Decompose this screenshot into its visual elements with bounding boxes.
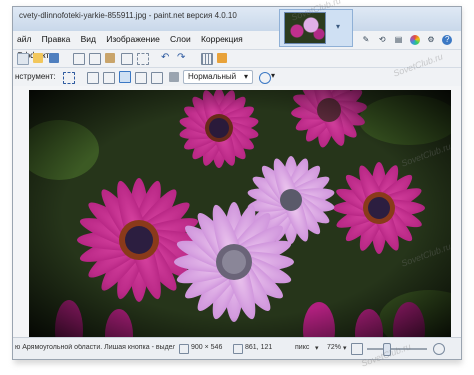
- new-file-icon[interactable]: [17, 53, 29, 65]
- menu-adjustments[interactable]: Коррекция: [197, 31, 247, 47]
- image-size: 900 × 546: [191, 344, 223, 351]
- ruler-icon[interactable]: [217, 53, 227, 63]
- tool-label: нструмент:: [15, 72, 56, 81]
- units-select[interactable]: пикс: [295, 344, 309, 351]
- title-bar: cvety-dlinnofoteki-yarkie-855911.jpg - p…: [13, 7, 461, 31]
- settings-icon[interactable]: ⚙: [426, 35, 436, 45]
- menu-layers[interactable]: Слои: [166, 31, 195, 47]
- rect-select-tool-icon[interactable]: [63, 72, 75, 84]
- status-hint: ю Арямоугольной области. Лишая кнопка - …: [15, 344, 175, 351]
- zoom-chevron-down-icon[interactable]: ▾: [343, 344, 347, 352]
- flower-photo: [29, 90, 451, 337]
- selection-replace-icon[interactable]: [87, 72, 99, 84]
- blend-mode-value: Нормальный: [188, 72, 237, 81]
- deselect-icon[interactable]: [137, 53, 149, 65]
- undo-icon[interactable]: ↶: [161, 53, 171, 63]
- redo-icon[interactable]: ↷: [177, 53, 187, 63]
- image-size-icon: [179, 344, 189, 354]
- cut-icon[interactable]: [73, 53, 85, 65]
- help-icon[interactable]: ?: [442, 35, 453, 45]
- app-window: cvety-dlinnofoteki-yarkie-855911.jpg - p…: [12, 6, 462, 360]
- main-toolbar: ↶ ↷: [13, 49, 461, 66]
- zoom-fit-icon[interactable]: [351, 343, 363, 355]
- flower-image-svg: [29, 90, 451, 337]
- selection-exclude-icon[interactable]: [119, 71, 131, 83]
- selection-union-icon[interactable]: [103, 72, 115, 84]
- cursor-position-icon: [233, 344, 243, 354]
- grid-icon[interactable]: [201, 53, 213, 65]
- tools-window-icon[interactable]: ✎: [361, 35, 371, 45]
- canvas-area[interactable]: [13, 86, 461, 337]
- menu-bar: айл Правка Вид Изображение Слои Коррекци…: [13, 31, 273, 60]
- antialias-dropdown-icon[interactable]: ▾: [271, 71, 281, 81]
- chevron-down-icon[interactable]: ▾: [336, 22, 340, 31]
- menu-edit[interactable]: Правка: [38, 31, 75, 47]
- open-file-icon[interactable]: [33, 53, 43, 63]
- crop-icon[interactable]: [121, 53, 133, 65]
- antialias-icon[interactable]: [259, 72, 271, 84]
- chevron-down-icon: ▾: [243, 72, 248, 81]
- zoom-value[interactable]: 72%: [327, 344, 341, 351]
- zoom-in-icon[interactable]: [433, 343, 445, 355]
- copy-icon[interactable]: [89, 53, 101, 65]
- menu-image[interactable]: Изображение: [102, 31, 164, 47]
- menu-file[interactable]: айл: [13, 31, 35, 47]
- colors-window-icon[interactable]: [409, 35, 420, 45]
- layers-window-icon[interactable]: ▤: [393, 35, 403, 45]
- units-chevron-down-icon[interactable]: ▾: [315, 344, 319, 352]
- cursor-position: 861, 121: [245, 344, 273, 351]
- window-title: cvety-dlinnofoteki-yarkie-855911.jpg - p…: [19, 11, 237, 20]
- blend-mode-select[interactable]: Нормальный ▾: [183, 70, 253, 84]
- paste-icon[interactable]: [105, 53, 115, 63]
- selection-xor-icon[interactable]: [151, 72, 163, 84]
- history-window-icon[interactable]: ⟲: [377, 35, 387, 45]
- quality-icon[interactable]: [169, 72, 179, 82]
- save-icon[interactable]: [49, 53, 59, 63]
- selection-intersect-icon[interactable]: [135, 72, 147, 84]
- menu-view[interactable]: Вид: [77, 31, 100, 47]
